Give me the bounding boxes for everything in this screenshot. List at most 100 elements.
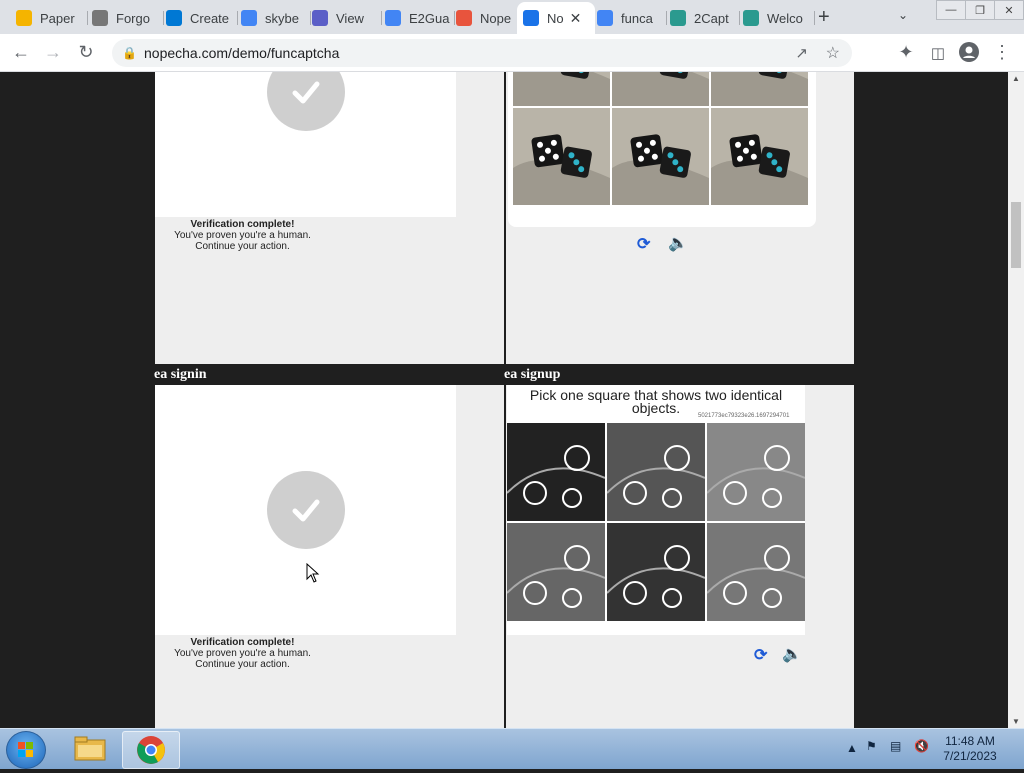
tab-label: Welco [767, 10, 803, 26]
tab-search-chevron-icon[interactable]: ⌄ [898, 8, 908, 22]
reload-challenge-icon[interactable]: ⟳ [754, 645, 767, 665]
bookmark-star-icon[interactable]: ☆ [826, 43, 840, 63]
extensions-puzzle-icon[interactable]: ✦ [895, 42, 917, 63]
dice-image-tile[interactable] [612, 72, 709, 106]
verification-text-signin: Verification complete! You've proven you… [155, 637, 330, 670]
checkmark-circle-icon [267, 471, 345, 549]
windows-icon [166, 10, 182, 26]
url-text[interactable]: nopecha.com/demo/funcaptcha [144, 45, 339, 61]
2captcha-icon [670, 10, 686, 26]
taskbar-clock[interactable]: 11:48 AM 7/21/2023 [930, 734, 1010, 764]
tab-10[interactable]: Welco [737, 4, 815, 32]
tab-label: View [336, 10, 364, 26]
forward-arrow-icon[interactable]: → [42, 42, 64, 63]
network-icon[interactable]: ▤ [890, 739, 901, 753]
tab-9[interactable]: 2Capt [664, 4, 740, 32]
tab-strip: Paper Forgo Create skybe View E2Gua Nope No ✕ fun… [0, 0, 1024, 34]
audio-challenge-icon[interactable]: 🔈 [782, 644, 802, 664]
tab-0[interactable]: Paper [10, 4, 88, 32]
object-image-tile[interactable] [607, 423, 705, 521]
google-icon [597, 10, 613, 26]
object-image-tile[interactable] [607, 523, 705, 621]
audio-challenge-icon[interactable]: 🔈 [668, 233, 688, 253]
tab-label: Paper [40, 10, 75, 26]
side-panel-icon[interactable]: ◫ [927, 44, 949, 62]
new-tab-button[interactable]: + [818, 6, 830, 29]
tab-5[interactable]: E2Gua [379, 4, 455, 32]
file-explorer-icon[interactable] [62, 731, 118, 767]
tab-label: Create [190, 10, 230, 26]
glasses-icon [92, 10, 108, 26]
mouse-cursor-icon [306, 563, 320, 583]
windows-taskbar: ▲ ⚑ ▤ 🔇 11:48 AM 7/21/2023 [0, 728, 1024, 769]
start-button[interactable] [6, 731, 46, 769]
paper-icon [16, 10, 32, 26]
dice-image-tile[interactable] [513, 72, 610, 106]
tab-label: skybe [265, 10, 299, 26]
google-icon [385, 10, 401, 26]
reload-icon[interactable]: ↻ [75, 42, 97, 63]
page-scrollbar[interactable]: ▲ ▼ [1008, 72, 1024, 728]
section-heading-ea-signin: ea signin [154, 367, 207, 382]
object-image-tile[interactable] [507, 523, 605, 621]
browser-toolbar: ← → ↻ 🔒 nopecha.com/demo/funcaptcha ↗ ☆ … [0, 34, 1024, 72]
object-image-tile[interactable] [707, 523, 805, 621]
clock-date: 7/21/2023 [943, 749, 997, 763]
object-image-tile[interactable] [507, 423, 605, 521]
tab-4[interactable]: View [306, 4, 382, 32]
close-tab-icon[interactable]: ✕ [570, 10, 582, 27]
address-bar[interactable]: 🔒 nopecha.com/demo/funcaptcha ↗ ☆ [112, 39, 852, 67]
chrome-taskbar-icon[interactable] [122, 731, 180, 769]
tab-1[interactable]: Forgo [86, 4, 164, 32]
tab-label: funca [621, 10, 653, 26]
tab-label: Nope [480, 10, 512, 26]
clock-time: 11:48 AM [945, 734, 995, 748]
tab-6[interactable]: Nope [450, 4, 520, 32]
verification-text-top: Verification complete! You've proven you… [155, 219, 330, 252]
tab-7[interactable]: No ✕ [517, 2, 595, 34]
chrome-menu-icon[interactable]: ⋮ [991, 42, 1013, 63]
verification-title: Verification complete! [190, 637, 295, 648]
verification-line1: You've proven you're a human. [174, 230, 311, 241]
tab-label: 2Capt [694, 10, 729, 26]
verification-title: Verification complete! [190, 219, 295, 230]
section-heading-ea-signup: ea signup [504, 367, 561, 382]
nopecha-icon [523, 10, 539, 26]
minimize-button[interactable]: — [936, 0, 966, 20]
action-center-flag-icon[interactable]: ⚑ [866, 739, 877, 753]
verification-line1: You've proven you're a human. [174, 648, 311, 659]
page-content: Verification complete! You've proven you… [0, 72, 1008, 728]
tab-label: E2Gua [409, 10, 450, 26]
scroll-down-arrow-icon[interactable]: ▼ [1012, 717, 1020, 726]
tab-separator [814, 11, 815, 25]
object-image-tile[interactable] [707, 423, 805, 521]
restore-button[interactable]: ❐ [965, 0, 995, 20]
objects-image-grid [507, 423, 805, 621]
session-id: 5021773ec79323e26.1697294701 [698, 413, 790, 419]
volume-muted-icon[interactable]: 🔇 [914, 739, 929, 753]
at-icon [312, 10, 328, 26]
share-icon[interactable]: ↗ [795, 44, 808, 62]
tab-8[interactable]: funca [591, 4, 667, 32]
dice-image-tile[interactable] [711, 108, 808, 205]
challenge-prompt: Pick one square that shows two identical… [529, 387, 783, 416]
dice-image-tile[interactable] [513, 108, 610, 205]
lock-icon[interactable]: 🔒 [122, 46, 137, 60]
dice-image-tile[interactable] [612, 108, 709, 205]
verification-line2: Continue your action. [195, 659, 290, 670]
scrollbar-thumb[interactable] [1011, 202, 1021, 268]
dice-image-grid [513, 72, 808, 205]
profile-avatar-icon[interactable] [958, 42, 980, 67]
tray-expand-icon[interactable]: ▲ [846, 741, 858, 755]
close-window-button[interactable]: ✕ [994, 0, 1024, 20]
reload-challenge-icon[interactable]: ⟳ [637, 234, 650, 254]
dice-image-tile[interactable] [711, 72, 808, 106]
tab-label: No [547, 10, 564, 26]
scroll-up-arrow-icon[interactable]: ▲ [1012, 74, 1020, 83]
rainbow-icon [456, 10, 472, 26]
tab-3[interactable]: skybe [235, 4, 311, 32]
back-arrow-icon[interactable]: ← [10, 42, 32, 63]
google-icon [241, 10, 257, 26]
verification-line2: Continue your action. [195, 241, 290, 252]
tab-2[interactable]: Create [160, 4, 238, 32]
